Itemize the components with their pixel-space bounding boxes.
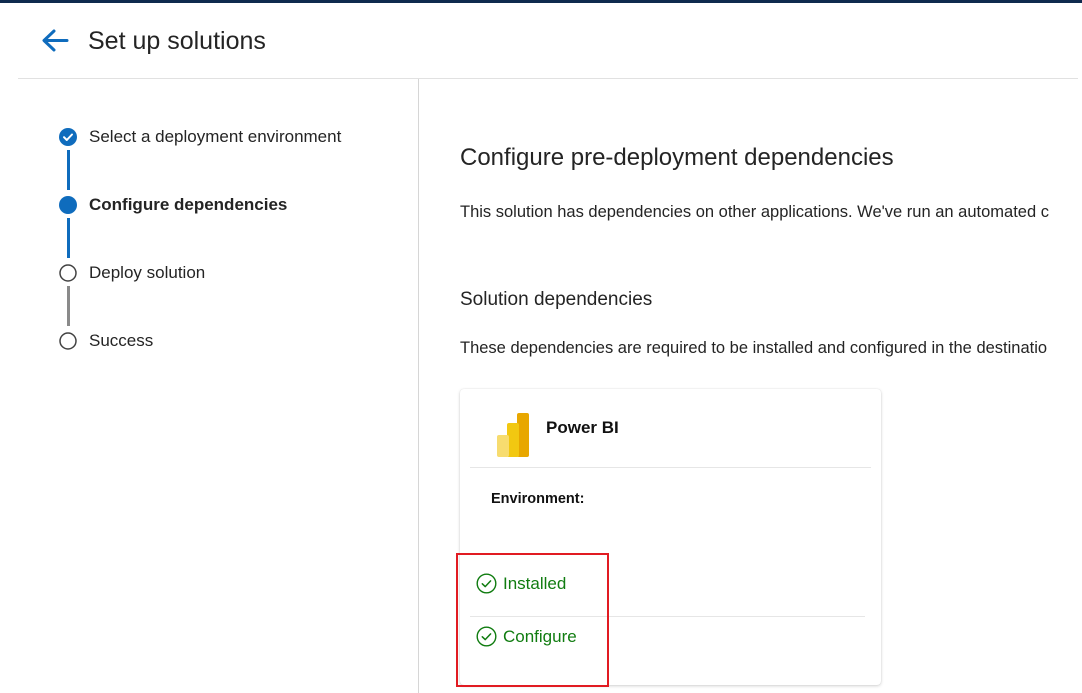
card-divider xyxy=(470,467,871,468)
step-connector xyxy=(67,218,70,258)
empty-circle-icon xyxy=(59,264,77,282)
empty-circle-icon xyxy=(59,332,77,350)
arrow-left-icon xyxy=(42,29,69,52)
subsection-description: These dependencies are required to be in… xyxy=(460,339,1048,357)
section-description: This solution has dependencies on other … xyxy=(460,203,1049,221)
checkmark-circle-icon xyxy=(59,128,77,146)
current-step-dot-icon xyxy=(59,196,77,214)
section-heading: Configure pre-deployment dependencies xyxy=(460,144,894,171)
back-button[interactable] xyxy=(40,27,70,55)
step-label: Select a deployment environment xyxy=(89,127,342,146)
dependency-app-name: Power BI xyxy=(546,418,619,437)
wizard-steps-sidebar xyxy=(0,79,418,693)
step-connector xyxy=(67,150,70,190)
step-connector xyxy=(67,286,70,326)
step-label: Configure dependencies xyxy=(89,195,288,214)
power-bi-icon xyxy=(497,413,529,457)
step-label: Deploy solution xyxy=(89,263,206,282)
environment-label: Environment: xyxy=(491,491,585,507)
step-label: Success xyxy=(89,331,154,350)
subsection-heading: Solution dependencies xyxy=(460,289,653,310)
page-title: Set up solutions xyxy=(88,27,266,55)
page-header: Set up solutions xyxy=(0,3,1082,78)
highlight-annotation-box xyxy=(456,553,609,687)
